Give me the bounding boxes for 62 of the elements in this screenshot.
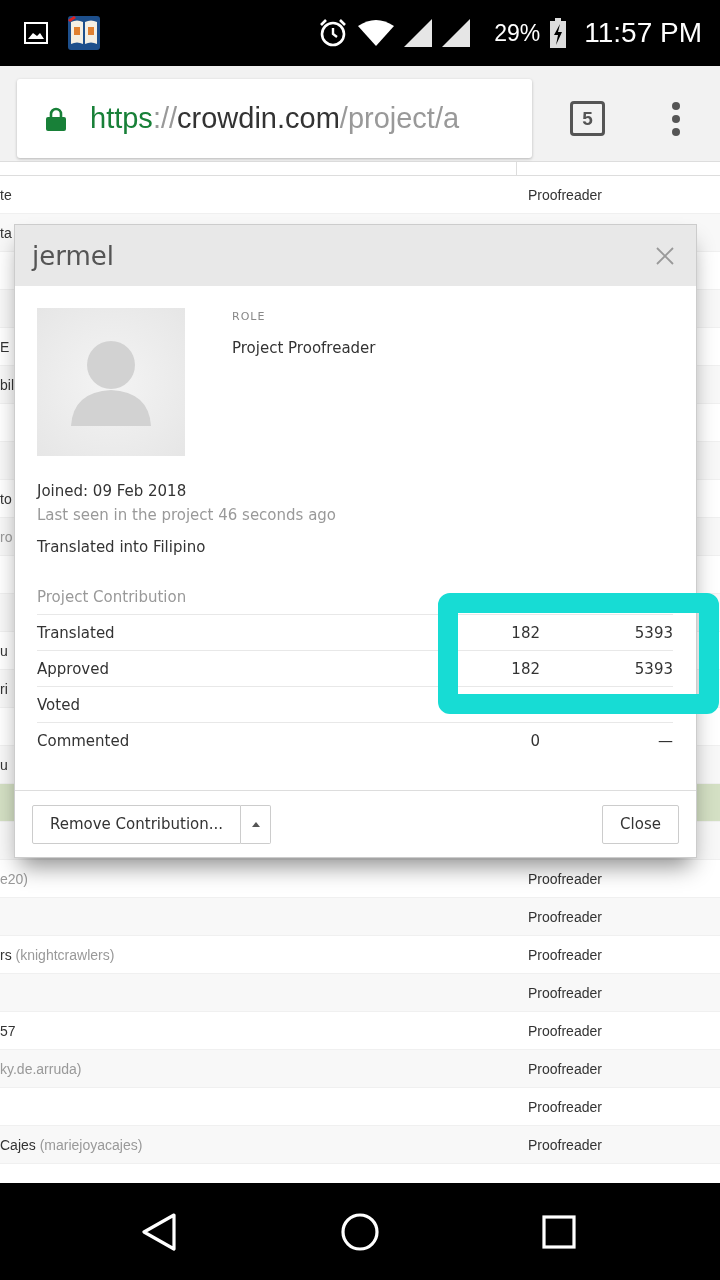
- image-icon: [24, 22, 48, 44]
- close-button[interactable]: Close: [602, 804, 679, 844]
- user-name: bil: [0, 376, 14, 393]
- role-text: Proofreader: [528, 1060, 602, 1077]
- stat-value: 0: [530, 731, 540, 750]
- stat-label: Approved: [37, 659, 110, 678]
- role-text: Proofreader: [528, 984, 602, 1001]
- user-name: ky.de.arruda): [0, 1060, 82, 1077]
- user-name: rs (knightcrawlers): [0, 946, 115, 963]
- stat-label: Translated: [37, 623, 116, 642]
- role-text: Proofreader: [528, 186, 602, 203]
- book-icon: [68, 16, 100, 50]
- stat-value: 5393: [634, 659, 673, 678]
- user-name: ta: [0, 224, 12, 241]
- user-name: u: [0, 642, 8, 659]
- joined-date: Joined: 09 Feb 2018: [37, 482, 188, 500]
- table-row[interactable]: Proofreader: [0, 898, 720, 936]
- user-name: u: [0, 756, 8, 773]
- stat-value: —: [658, 731, 673, 750]
- role-text: Proofreader: [528, 1098, 602, 1115]
- back-icon[interactable]: [141, 1212, 177, 1251]
- table-row[interactable]: Proofreader: [0, 974, 720, 1012]
- role-text: Proofreader: [528, 908, 602, 925]
- table-row[interactable]: Cajes (mariejoyacajes) Proofreader: [0, 1126, 720, 1164]
- role-label: ROLE: [232, 310, 266, 323]
- role-text: Proofreader: [528, 1136, 602, 1153]
- role-text: Proofreader: [528, 870, 602, 887]
- table-row[interactable]: ky.de.arruda) Proofreader: [0, 1050, 720, 1088]
- role-value: Project Proofreader: [232, 339, 376, 357]
- remove-contribution-button[interactable]: Remove Contribution...: [32, 804, 241, 844]
- battery-percent: 29%: [494, 19, 541, 47]
- more-menu-icon[interactable]: [672, 101, 680, 136]
- user-name: te: [0, 186, 12, 203]
- lock-icon: [46, 106, 66, 131]
- tab-count-button[interactable]: 5: [570, 101, 605, 136]
- signal-icon: [442, 19, 471, 47]
- url-field[interactable]: https://crowdin.com/project/a: [17, 79, 532, 158]
- signal-icon: [404, 19, 433, 47]
- user-name: 57: [0, 1022, 16, 1039]
- contribution-heading: Project Contribution: [37, 588, 188, 608]
- user-name: to: [0, 490, 12, 507]
- last-seen-text: Last seen in the project 46 seconds ago: [37, 506, 338, 524]
- user-name: e20): [0, 870, 29, 887]
- user-name: Cajes (mariejoyacajes): [0, 1136, 143, 1153]
- stat-value: 5393: [634, 623, 673, 642]
- role-text: Proofreader: [528, 1022, 602, 1039]
- stat-value: 182: [511, 623, 540, 642]
- role-text: Proofreader: [528, 946, 602, 963]
- stat-label: Voted: [37, 695, 81, 714]
- dialog-title: jermel: [32, 240, 114, 271]
- home-icon[interactable]: [339, 1211, 380, 1252]
- wifi-icon: [358, 20, 395, 46]
- recents-icon[interactable]: [542, 1214, 576, 1249]
- user-name: ro: [0, 528, 13, 545]
- stat-label: Commented: [37, 731, 131, 750]
- battery-charging-icon: [550, 18, 567, 48]
- clock-time: 11:57 PM: [584, 17, 702, 49]
- user-name: E: [0, 338, 10, 355]
- translated-into-text: Translated into Filipino: [37, 538, 207, 556]
- user-name: ri: [0, 680, 8, 697]
- stat-value: 182: [511, 659, 540, 678]
- dropdown-toggle-button[interactable]: [241, 804, 271, 844]
